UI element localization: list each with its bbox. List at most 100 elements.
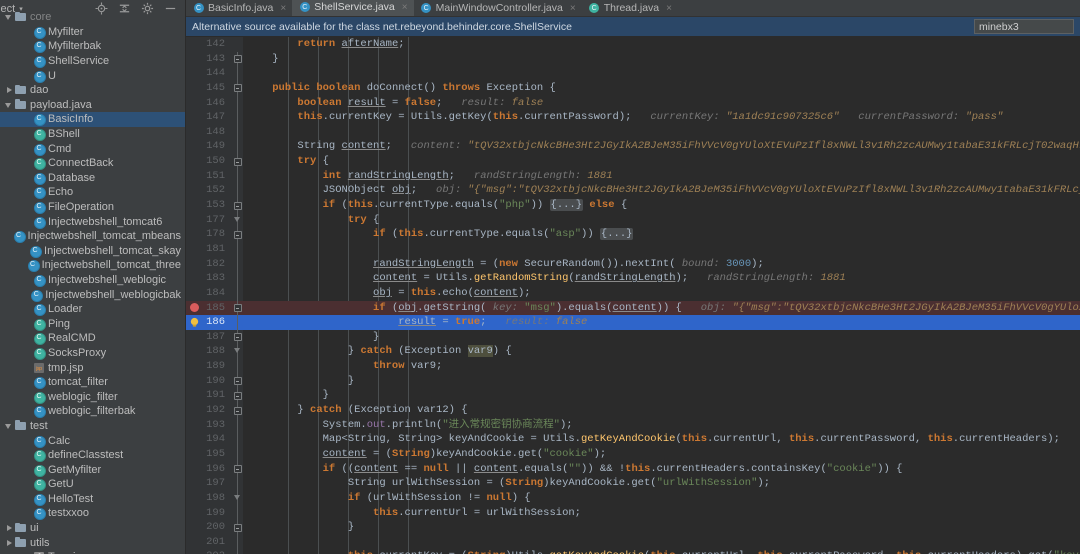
collapse-icon[interactable] [233, 55, 242, 64]
code-line[interactable]: } catch (Exception var9) { [243, 344, 1080, 359]
tree-item[interactable]: BasicInfo [0, 112, 185, 127]
line-number[interactable]: 149 [186, 139, 232, 154]
line-number[interactable]: 152 [186, 183, 232, 198]
line-number[interactable]: 186 [186, 315, 232, 330]
line-number[interactable]: 177 [186, 213, 232, 228]
collapse-icon[interactable] [233, 201, 242, 210]
code-line[interactable]: System.out.println("进入常规密钥协商流程"); [243, 418, 1080, 433]
fold-marker[interactable] [232, 461, 243, 477]
fold-end-icon[interactable] [234, 348, 240, 354]
collapse-icon[interactable] [233, 391, 242, 400]
code-line[interactable]: result = true; result: false [243, 315, 1080, 330]
tree-item[interactable]: Ping [0, 316, 185, 331]
code-line[interactable]: } catch (Exception var12) { [243, 403, 1080, 418]
code-line[interactable] [243, 242, 1080, 257]
line-number[interactable]: 200 [186, 520, 232, 535]
tree-toggle-icon[interactable] [5, 524, 14, 533]
collapse-icon[interactable] [233, 157, 242, 166]
tree-item[interactable]: BShell [0, 127, 185, 142]
code-line[interactable] [243, 66, 1080, 81]
fold-marker[interactable] [232, 227, 243, 242]
tree-item[interactable]: ui [0, 521, 185, 536]
editor-tab[interactable]: BasicInfo.java × [186, 0, 292, 16]
line-number[interactable]: 201 [186, 535, 232, 550]
fold-marker[interactable] [232, 388, 243, 404]
tree-item[interactable]: Echo [0, 185, 185, 200]
line-number[interactable]: 192 [186, 403, 232, 418]
line-number[interactable]: 181 [186, 242, 232, 257]
tree-toggle-icon[interactable] [5, 100, 14, 109]
line-number[interactable]: 190 [186, 374, 232, 389]
code-line[interactable]: } [243, 374, 1080, 389]
code-line[interactable]: String content; content: "tQV32xtbjcNkcB… [243, 139, 1080, 154]
fold-marker[interactable] [232, 51, 243, 67]
line-number[interactable]: 194 [186, 432, 232, 447]
tree-item[interactable]: Calc [0, 433, 185, 448]
collapse-icon[interactable] [233, 84, 242, 93]
tree-item[interactable]: Myfilter [0, 25, 185, 40]
tree-item[interactable]: tmp.jsp [0, 360, 185, 375]
code-line[interactable]: if (this.currentType.equals("php")) {...… [243, 198, 1080, 213]
code-line[interactable]: } [243, 388, 1080, 403]
tree-item[interactable]: Injectwebshell_weblogicbak [0, 287, 185, 302]
code-line[interactable]: Map<String, String> keyAndCookie = Utils… [243, 432, 1080, 447]
intention-bulb-icon[interactable] [189, 317, 200, 328]
tree-item[interactable]: weblogic_filter [0, 389, 185, 404]
code-line[interactable] [243, 125, 1080, 140]
line-number[interactable]: 191 [186, 388, 232, 403]
tree-item[interactable]: ShellService [0, 54, 185, 69]
tree-item[interactable]: tomcat_filter [0, 375, 185, 390]
line-number-gutter[interactable]: 142 143 144 145 146 147 148 149 150 151 152 153 177 1… [186, 37, 232, 554]
close-icon[interactable]: × [666, 3, 672, 14]
tree-item[interactable]: Injectwebshell_tomcat_skay [0, 244, 185, 259]
fold-marker[interactable] [232, 490, 243, 506]
line-number[interactable]: 151 [186, 169, 232, 184]
tree-item[interactable]: GetU [0, 477, 185, 492]
collapse-icon[interactable] [233, 406, 242, 415]
code-line[interactable]: if (urlWithSession != null) { [243, 491, 1080, 506]
line-number[interactable]: 153 [186, 198, 232, 213]
line-number[interactable]: 178 [186, 227, 232, 242]
search-input[interactable] [979, 20, 1069, 33]
line-number[interactable]: 185 [186, 300, 232, 316]
tree-toggle-icon[interactable] [5, 13, 14, 22]
line-number[interactable]: 145 [186, 81, 232, 96]
fold-marker[interactable] [232, 373, 243, 389]
code-line[interactable]: randStringLength = (new SecureRandom()).… [243, 257, 1080, 272]
collapse-icon[interactable] [233, 523, 242, 532]
code-line[interactable]: try { [243, 154, 1080, 169]
tree-item[interactable]: Tmp.java [0, 550, 185, 554]
line-number[interactable]: 198 [186, 491, 232, 506]
code-line[interactable]: int randStringLength; randStringLength: … [243, 169, 1080, 184]
fold-end-icon[interactable] [234, 216, 240, 222]
fold-marker[interactable] [232, 403, 243, 418]
line-number[interactable]: 183 [186, 271, 232, 286]
tree-toggle-icon[interactable] [5, 538, 14, 547]
collapse-icon[interactable] [233, 230, 242, 239]
code-line[interactable] [243, 535, 1080, 550]
line-number[interactable]: 196 [186, 462, 232, 477]
fold-end-icon[interactable] [234, 494, 240, 500]
collapse-icon[interactable] [233, 304, 242, 313]
code-line[interactable]: throw var9; [243, 359, 1080, 374]
code-line[interactable]: obj = this.echo(content); [243, 286, 1080, 301]
close-icon[interactable]: × [570, 3, 576, 14]
code-line[interactable]: try { [243, 213, 1080, 228]
tree-item[interactable]: Database [0, 171, 185, 186]
tree-item[interactable]: testxxoo [0, 506, 185, 521]
line-number[interactable]: 202 [186, 549, 232, 554]
code-content[interactable]: return afterName; } public boolean doCon… [243, 37, 1080, 554]
tree-item[interactable]: core [0, 10, 185, 25]
editor-tab[interactable]: Thread.java × [582, 0, 678, 16]
line-number[interactable]: 143 [186, 52, 232, 67]
tree-item[interactable]: Injectwebshell_tomcat6 [0, 214, 185, 229]
collapse-icon[interactable] [233, 377, 242, 386]
line-number[interactable]: 195 [186, 447, 232, 462]
fold-marker[interactable] [232, 154, 243, 169]
line-number[interactable]: 147 [186, 110, 232, 125]
code-line[interactable]: String urlWithSession = (String)keyAndCo… [243, 476, 1080, 491]
code-line[interactable]: boolean result = false; result: false [243, 96, 1080, 111]
fold-marker[interactable] [232, 329, 243, 345]
line-number[interactable]: 150 [186, 154, 232, 169]
code-line[interactable]: content = (String)keyAndCookie.get("cook… [243, 447, 1080, 462]
